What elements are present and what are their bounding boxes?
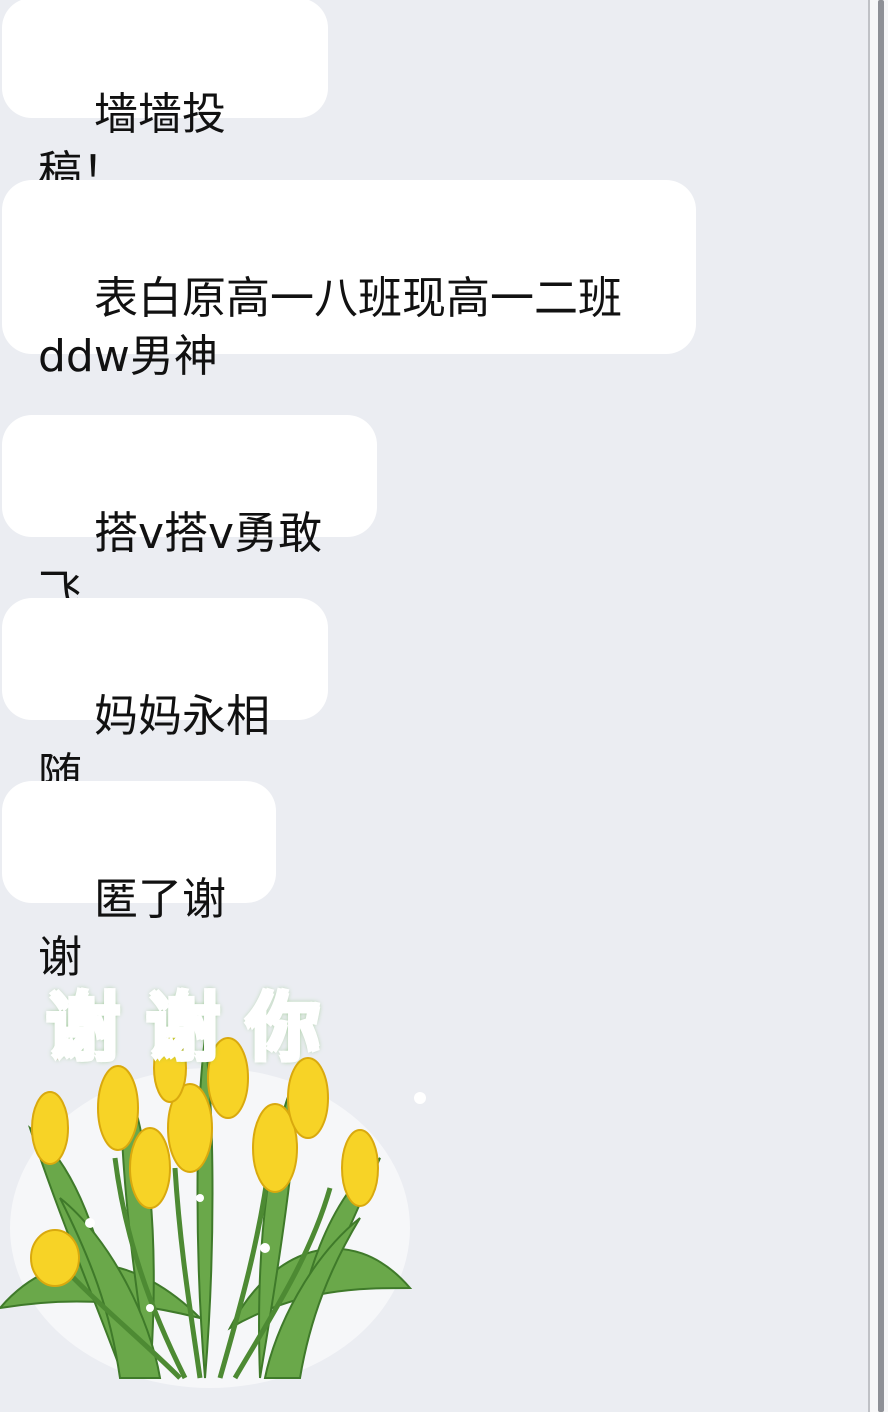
- thank-you-sticker[interactable]: 谢谢你: [0, 958, 440, 1388]
- scrollbar[interactable]: [868, 0, 888, 1412]
- message-bubble[interactable]: 表白原高一八班现高一二班 ddw男神: [2, 180, 696, 382]
- message-bubble[interactable]: 搭v搭v勇敢飞: [2, 415, 377, 617]
- message-text: 表白原高一八班现高一二班 ddw男神: [38, 273, 622, 382]
- message-bubble[interactable]: 妈妈永相随: [2, 598, 328, 800]
- message-bubble[interactable]: 墙墙投稿！: [2, 0, 328, 198]
- scrollbar-thumb[interactable]: [878, 0, 884, 1412]
- message-bubble[interactable]: 匿了谢谢: [2, 781, 276, 983]
- chat-message-list[interactable]: 墙墙投稿！ 表白原高一八班现高一二班 ddw男神 搭v搭v勇敢飞 妈妈永相随 匿…: [0, 0, 868, 1412]
- sticker-caption: 谢谢你: [46, 968, 346, 1075]
